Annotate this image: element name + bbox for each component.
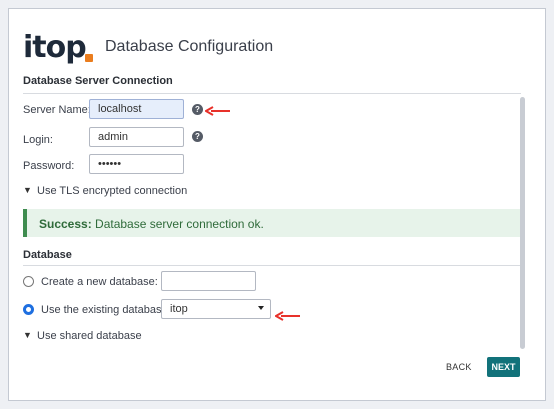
help-icon[interactable]: ? xyxy=(192,104,203,115)
itop-logo: itop xyxy=(23,30,87,65)
tls-toggle[interactable]: Use TLS encrypted connection xyxy=(37,184,187,198)
create-db-radio[interactable] xyxy=(23,276,34,287)
section-divider xyxy=(23,265,521,266)
red-arrow-annotation xyxy=(275,311,300,321)
use-existing-label: Use the existing database: xyxy=(41,304,171,316)
chevron-down-icon[interactable]: ▼ xyxy=(23,185,32,195)
server-name-input[interactable]: localhost xyxy=(89,99,184,119)
existing-db-select[interactable]: itop xyxy=(161,299,271,319)
create-db-label: Create a new database: xyxy=(41,276,158,288)
next-button[interactable]: NEXT xyxy=(487,357,520,377)
chevron-down-icon[interactable]: ▼ xyxy=(23,330,32,340)
password-label: Password: xyxy=(23,160,75,172)
shared-db-toggle[interactable]: Use shared database xyxy=(37,329,142,343)
caret-down-icon xyxy=(258,306,264,310)
scrollbar[interactable] xyxy=(520,97,525,349)
server-section-title: Database Server Connection xyxy=(23,75,173,87)
server-name-label: Server Name: xyxy=(23,104,91,116)
database-section-title: Database xyxy=(23,249,72,261)
success-alert: Success: Database server connection ok. xyxy=(23,209,521,237)
page-title: Database Configuration xyxy=(105,38,274,55)
back-button[interactable]: BACK xyxy=(446,362,472,372)
setup-panel: itop Database Configuration Database Ser… xyxy=(8,8,546,401)
help-icon[interactable]: ? xyxy=(192,131,203,142)
login-input[interactable]: admin xyxy=(89,127,184,147)
existing-db-value: itop xyxy=(170,303,188,315)
red-arrow-annotation xyxy=(205,106,230,116)
alert-strong: Success: xyxy=(39,217,92,231)
alert-text: Success: Database server connection ok. xyxy=(39,217,264,231)
alert-message: Database server connection ok. xyxy=(91,217,264,231)
use-existing-radio[interactable] xyxy=(23,304,34,315)
section-divider xyxy=(23,93,521,94)
create-db-input[interactable] xyxy=(161,271,256,291)
logo-dot xyxy=(85,54,93,62)
password-input[interactable]: •••••• xyxy=(89,154,184,174)
login-label: Login: xyxy=(23,134,53,146)
